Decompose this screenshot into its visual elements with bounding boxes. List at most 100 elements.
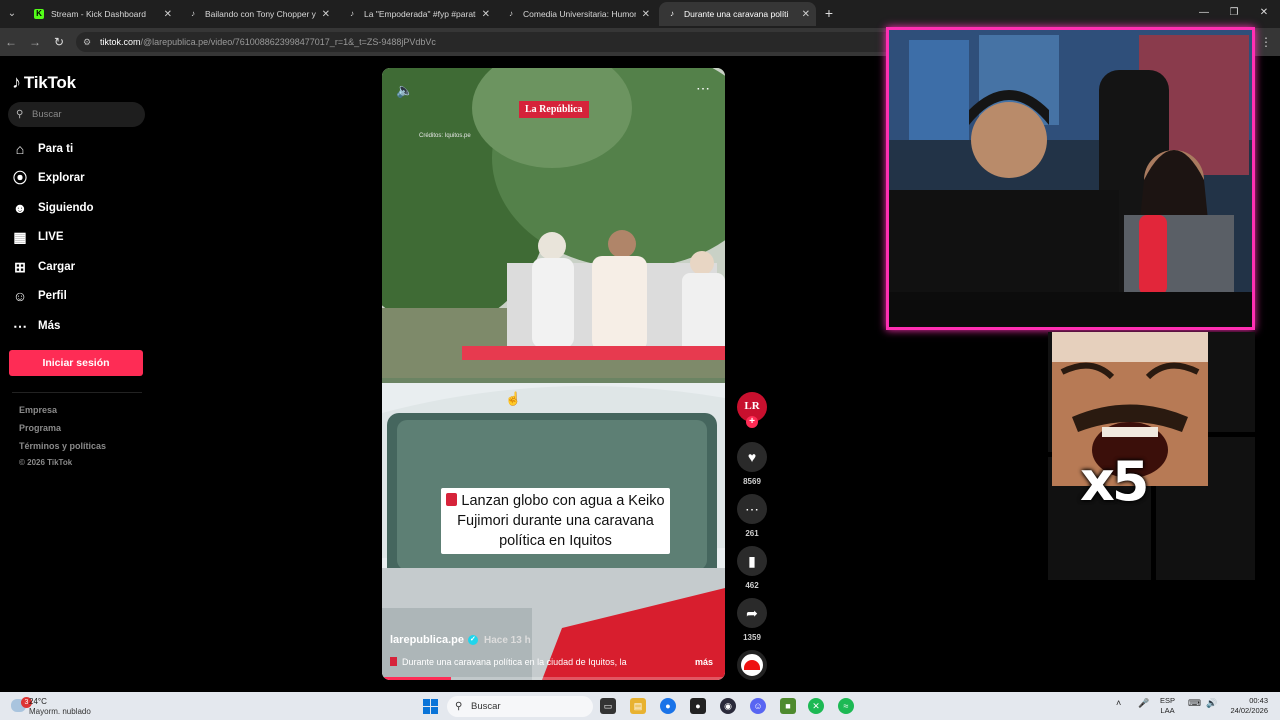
xbox-icon[interactable]: ✕ <box>808 698 824 714</box>
browser-menu-icon[interactable]: ⋮ <box>1260 33 1272 51</box>
sidebar-item-cargar[interactable]: ⊞ Cargar <box>10 256 75 278</box>
reload-icon[interactable]: ↻ <box>50 33 68 51</box>
taskbar-search[interactable]: ⚲ Buscar <box>447 696 593 717</box>
close-tab-icon[interactable]: ✕ <box>642 9 650 20</box>
sidebar-item-mas[interactable]: ⋯ Más <box>10 315 60 337</box>
browser-tab-strip: ⌄ K Stream - Kick Dashboard ✕ ♪ Bailando… <box>0 0 1280 28</box>
language-indicator[interactable]: ESP LAA <box>1160 696 1175 716</box>
video-credits: Créditos: Iquitos.pe <box>419 133 471 139</box>
see-more-link[interactable]: más <box>695 657 713 667</box>
volume-icon[interactable]: 🔈 <box>396 82 413 99</box>
minecraft-icon[interactable]: ■ <box>780 698 796 714</box>
sidebar-item-label: Para ti <box>38 143 74 155</box>
comment-count: 261 <box>745 529 759 538</box>
clock-time: 00:43 <box>1249 696 1268 705</box>
windows-start-icon[interactable] <box>423 699 439 715</box>
login-button[interactable]: Iniciar sesión <box>9 350 143 376</box>
chrome-icon[interactable]: ● <box>660 698 676 714</box>
spotify-icon[interactable]: ≈ <box>838 698 854 714</box>
microphone-icon[interactable]: 🎤 <box>1138 698 1149 709</box>
obs-icon[interactable]: ◉ <box>720 698 736 714</box>
comment-action[interactable]: ⋯ 261 <box>737 494 767 538</box>
minimize-icon[interactable]: — <box>1190 4 1218 22</box>
system-clock[interactable]: 00:43 24/02/2026 <box>1224 696 1268 716</box>
forward-icon[interactable]: → <box>26 33 44 51</box>
home-icon: ⌂ <box>15 141 25 157</box>
url-host: tiktok.com <box>100 37 141 47</box>
close-icon[interactable]: ✕ <box>1250 4 1278 22</box>
bookmark-icon[interactable]: ▮ <box>737 546 767 576</box>
follow-plus-icon[interactable]: + <box>746 416 758 428</box>
music-disc-icon[interactable] <box>737 650 767 680</box>
search-input[interactable]: ⚲ Buscar <box>8 102 145 127</box>
tab-tony-chopper[interactable]: ♪ Bailando con Tony Chopper y N ✕ <box>180 2 336 26</box>
tab-caravana-politica[interactable]: ♪ Durante una caravana políti ✕ <box>659 2 816 26</box>
tab-search-chevron-icon[interactable]: ⌄ <box>2 5 22 23</box>
logo-text: TikTok <box>23 72 76 92</box>
restore-icon[interactable]: ❐ <box>1220 4 1248 22</box>
volume-icon[interactable]: 🔊 <box>1206 698 1217 709</box>
sidebar-item-explorar[interactable]: ⦿ Explorar <box>10 167 85 189</box>
comment-icon[interactable]: ⋯ <box>737 494 767 524</box>
temperature: 24°C <box>29 697 47 706</box>
lr-mark-icon <box>446 493 458 506</box>
tiktok-icon: ♪ <box>350 9 354 18</box>
new-tab-button[interactable]: + <box>820 4 838 22</box>
kick-app-icon[interactable]: ● <box>690 698 706 714</box>
tab-comedia-universitaria[interactable]: ♪ Comedia Universitaria: Humor y ✕ <box>498 2 656 26</box>
live-tv-icon: ▦ <box>13 228 27 245</box>
tab-kick-dashboard[interactable]: K Stream - Kick Dashboard ✕ <box>26 2 178 26</box>
like-action[interactable]: ♥ 8569 <box>737 442 767 486</box>
back-icon[interactable]: ← <box>2 33 20 51</box>
language-code: ESP <box>1160 696 1176 705</box>
sidebar-item-label: Perfil <box>38 290 67 302</box>
video-author[interactable]: larepublica.pe ✓ Hace 13 h <box>390 634 531 646</box>
like-count: 8569 <box>743 477 761 486</box>
close-tab-icon[interactable]: ✕ <box>802 9 810 20</box>
url-path: /@larepublica.pe/video/76100886239984770… <box>140 37 436 47</box>
screen: ⌄ K Stream - Kick Dashboard ✕ ♪ Bailando… <box>0 0 1280 720</box>
tiktok-logo[interactable]: ♪ TikTok <box>12 72 76 93</box>
webcam-overlay <box>886 27 1255 330</box>
tray-chevron-icon[interactable]: ˄ <box>1116 698 1121 708</box>
tab-title: Bailando con Tony Chopper y N <box>205 9 316 19</box>
copyright: © 2026 TikTok <box>19 458 73 467</box>
share-action[interactable]: ➦ 1359 <box>737 598 767 642</box>
sidebar-item-label: Siguiendo <box>38 202 94 214</box>
sidebar-item-live[interactable]: ▦ LIVE <box>10 226 63 248</box>
network-icon[interactable]: ⌨ <box>1188 698 1201 709</box>
tab-title: Stream - Kick Dashboard <box>51 9 146 19</box>
url-field[interactable]: ⚙ tiktok.com/@larepublica.pe/video/761008… <box>76 32 906 52</box>
hand-cursor-icon: ☝ <box>505 391 522 406</box>
sidebar-item-para-ti[interactable]: ⌂ Para ti <box>10 138 73 160</box>
video-frame <box>382 68 725 680</box>
heart-icon[interactable]: ♥ <box>737 442 767 472</box>
lr-mark-icon <box>390 657 397 666</box>
tab-empoderada[interactable]: ♪ La "Empoderada" #fyp #parati ✕ <box>339 2 496 26</box>
discord-icon[interactable]: ☺ <box>750 698 766 714</box>
tab-title: La "Empoderada" #fyp #parati <box>364 9 476 19</box>
sidebar-item-perfil[interactable]: ☺ Perfil <box>10 285 67 307</box>
weather-widget[interactable]: 3 24°C Mayorm. nublado <box>7 695 117 717</box>
video-progress[interactable] <box>382 677 725 680</box>
video-player[interactable]: 🔈 ⋯ La República Créditos: Iquitos.pe La… <box>382 68 725 680</box>
site-settings-icon[interactable]: ⚙ <box>83 32 91 52</box>
share-icon[interactable]: ➦ <box>737 598 767 628</box>
posted-time: Hace 13 h <box>483 634 531 646</box>
author-avatar[interactable]: LR + <box>737 392 767 428</box>
tiktok-icon: ♪ <box>509 9 513 18</box>
footer-link-programa[interactable]: Programa <box>19 423 61 433</box>
search-placeholder: Buscar <box>32 109 62 120</box>
video-more-icon[interactable]: ⋯ <box>696 80 711 97</box>
save-action[interactable]: ▮ 462 <box>737 546 767 590</box>
close-tab-icon[interactable]: ✕ <box>164 9 172 20</box>
footer-link-empresa[interactable]: Empresa <box>19 405 57 415</box>
close-tab-icon[interactable]: ✕ <box>322 9 330 20</box>
video-description: Durante una caravana política en la ciud… <box>390 657 650 667</box>
sidebar-item-siguiendo[interactable]: ☻ Siguiendo <box>10 197 94 219</box>
close-tab-icon[interactable]: ✕ <box>482 9 490 20</box>
footer-link-terminos[interactable]: Términos y políticas <box>19 441 106 451</box>
file-explorer-icon[interactable]: ▤ <box>630 698 646 714</box>
save-count: 462 <box>745 581 759 590</box>
task-view-icon[interactable]: ▭ <box>600 698 616 714</box>
